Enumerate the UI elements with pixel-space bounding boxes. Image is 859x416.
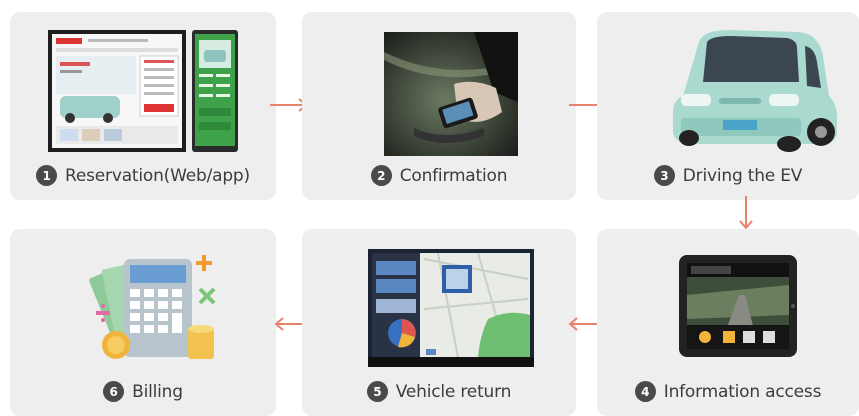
- electric-car-illustration: [673, 30, 837, 152]
- step-number-badge: 4: [634, 381, 656, 402]
- step-card-reservation: 1 Reservation(Web/app): [10, 12, 276, 200]
- step-number-badge: 2: [370, 165, 392, 186]
- step-card-confirmation: 2 Confirmation: [302, 12, 576, 200]
- step-title: Information access: [663, 381, 822, 402]
- smartphone-confirmation-illustration: [384, 32, 518, 156]
- step-label-vehicle-return: 5 Vehicle return: [302, 381, 576, 402]
- step-title: Driving the EV: [682, 165, 803, 186]
- step-title: Billing: [132, 381, 183, 402]
- arrow-down-icon: [739, 196, 753, 230]
- step-label-billing: 6 Billing: [10, 381, 276, 402]
- step-label-driving: 3 Driving the EV: [597, 165, 859, 186]
- step-number-badge: 1: [36, 165, 58, 186]
- step-label-information-access: 4 Information access: [597, 381, 859, 402]
- tablet-dashboard-illustration: [679, 255, 797, 357]
- step-label-reservation: 1 Reservation(Web/app): [10, 165, 276, 186]
- step-title: Reservation(Web/app): [65, 165, 250, 186]
- step-card-billing: 6 Billing: [10, 229, 276, 416]
- step-title: Vehicle return: [395, 381, 512, 402]
- reservation-web-app-illustration: [48, 30, 238, 152]
- step-card-information-access: 4 Information access: [597, 229, 859, 416]
- step-title: Confirmation: [399, 165, 508, 186]
- step-number-badge: 6: [103, 381, 125, 402]
- step-number-badge: 5: [366, 381, 388, 402]
- step-number-badge: 3: [653, 165, 675, 186]
- calculator-billing-illustration: [89, 255, 216, 359]
- step-card-driving: 3 Driving the EV: [597, 12, 859, 200]
- step-label-confirmation: 2 Confirmation: [302, 165, 576, 186]
- monitoring-map-screen-illustration: [368, 249, 534, 367]
- step-card-vehicle-return: 5 Vehicle return: [302, 229, 576, 416]
